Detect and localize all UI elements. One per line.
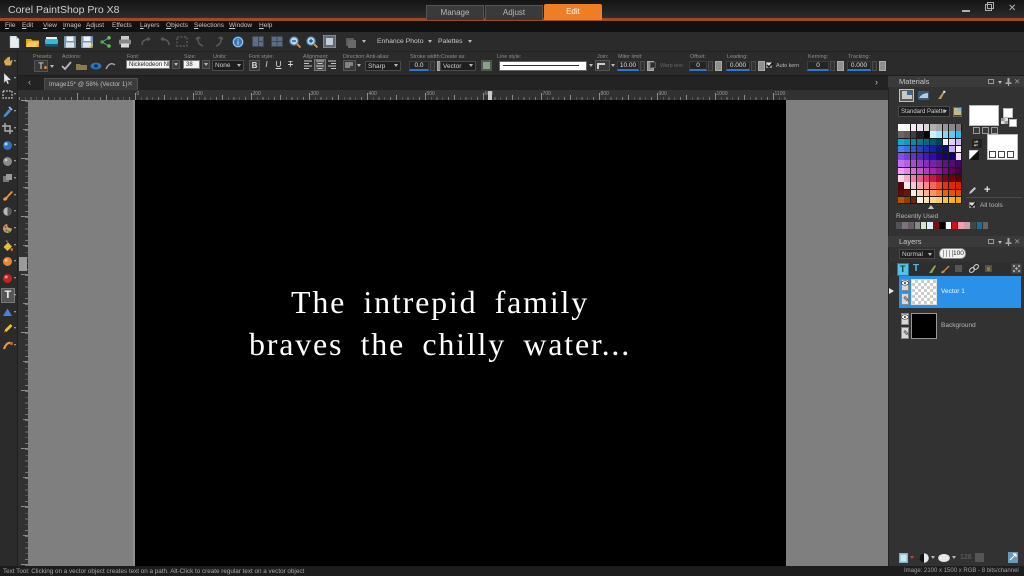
svg-text:i: i bbox=[237, 38, 239, 47]
